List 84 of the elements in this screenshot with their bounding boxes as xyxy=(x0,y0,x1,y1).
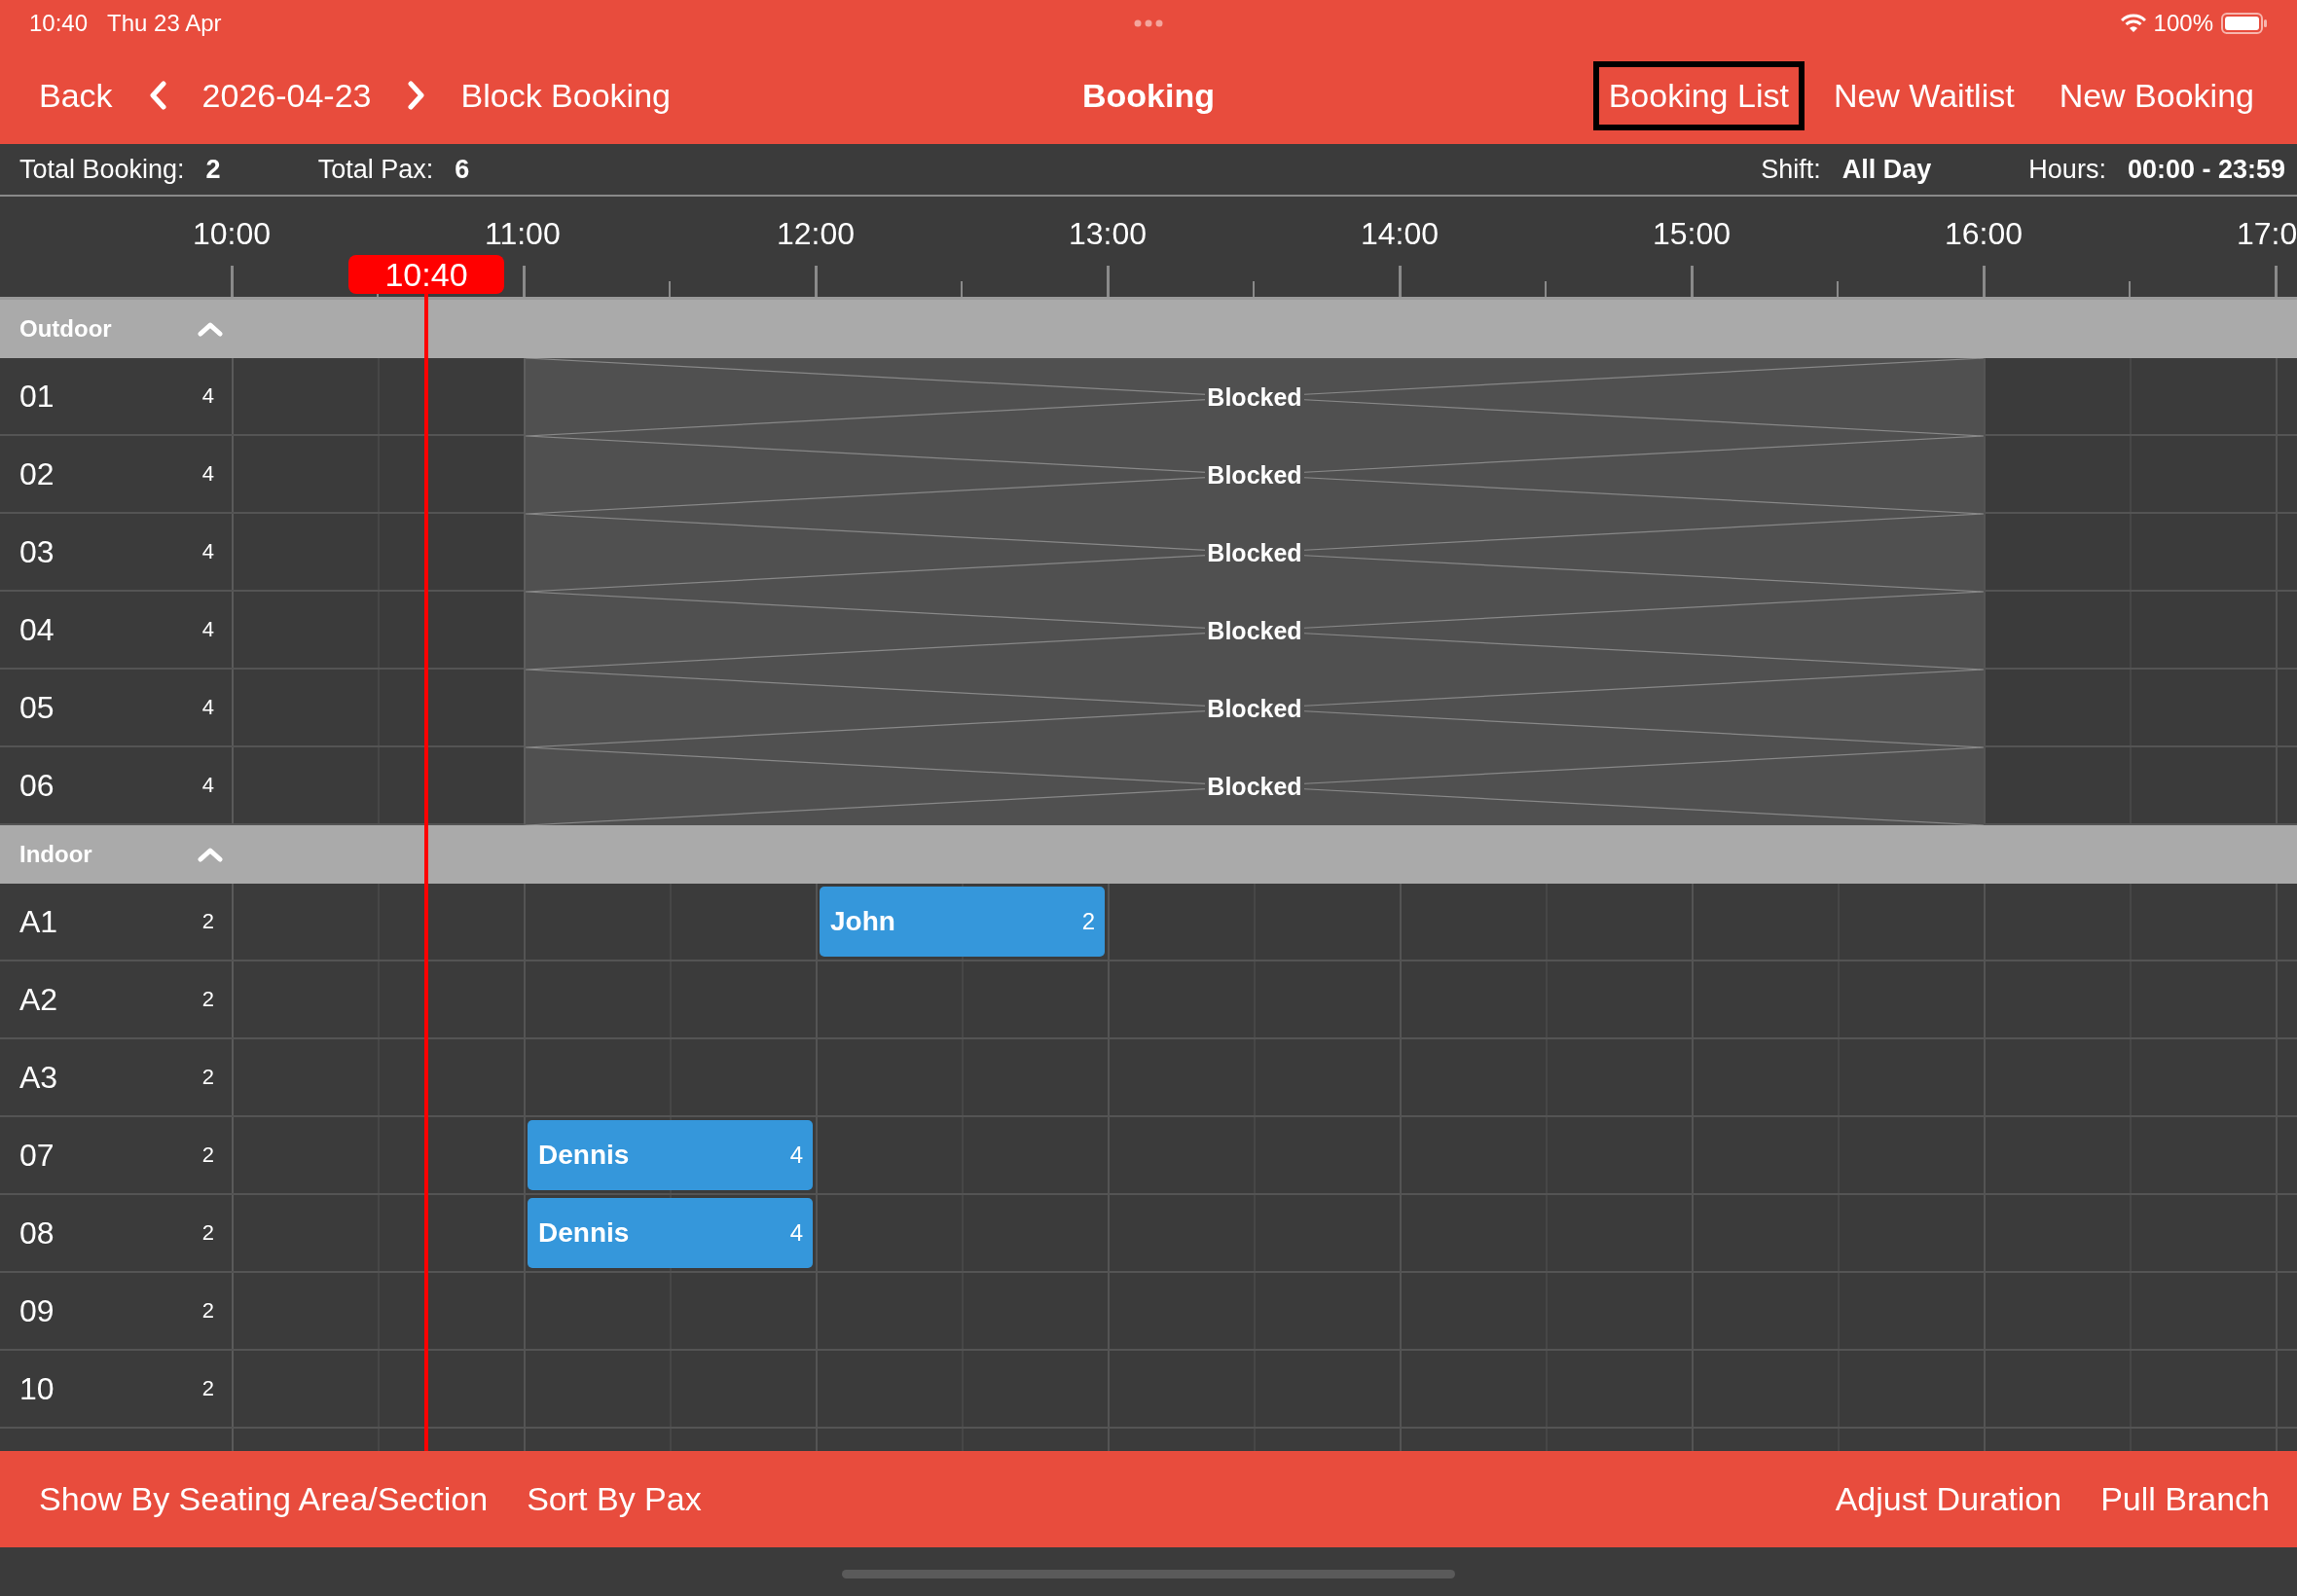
guest-name: Dennis xyxy=(538,1140,630,1171)
block-booking-button[interactable]: Block Booking xyxy=(460,76,671,115)
hour-label: 17:0 xyxy=(2237,216,2297,252)
nav-action-button[interactable]: New Booking xyxy=(2043,60,2270,130)
table-name: 09 xyxy=(19,1292,55,1329)
nav-action-button[interactable]: Booking List xyxy=(1592,60,1805,130)
blocked-slot[interactable]: Blocked xyxy=(524,747,1984,825)
table-capacity: 2 xyxy=(201,987,214,1012)
nav-action-button[interactable]: New Waitlist xyxy=(1817,60,2030,130)
table-capacity: 2 xyxy=(201,1298,214,1324)
table-capacity: 2 xyxy=(201,1065,214,1090)
back-button[interactable]: Back xyxy=(39,76,113,115)
chevron-icon[interactable] xyxy=(198,321,223,337)
blocked-slot[interactable]: Blocked xyxy=(524,436,1984,514)
table-capacity: 4 xyxy=(201,695,214,720)
hour-label: 15:00 xyxy=(1653,216,1732,252)
table-name: 04 xyxy=(19,611,55,648)
table-capacity: 4 xyxy=(201,539,214,564)
home-indicator[interactable] xyxy=(842,1570,1455,1578)
table-name: 08 xyxy=(19,1215,55,1251)
table-name: 05 xyxy=(19,689,55,726)
blocked-slot[interactable]: Blocked xyxy=(524,358,1984,436)
footer-button[interactable]: Show By Seating Area/Section xyxy=(39,1480,489,1518)
table-capacity: 4 xyxy=(201,461,214,487)
booking-block[interactable]: Dennis 4 xyxy=(528,1198,813,1268)
summary-label: Hours: xyxy=(2028,154,2106,185)
table-name: 01 xyxy=(19,378,55,415)
table-capacity: 2 xyxy=(201,1376,214,1401)
hour-label: 16:00 xyxy=(1945,216,2024,252)
wifi-icon xyxy=(2120,14,2146,33)
table-capacity: 4 xyxy=(201,617,214,642)
guest-name: Dennis xyxy=(538,1217,630,1249)
table-name: 06 xyxy=(19,767,55,804)
table-name: 10 xyxy=(19,1370,55,1407)
table-capacity: 4 xyxy=(201,383,214,409)
summary-label: Total Booking: xyxy=(19,154,185,185)
hour-label: 13:00 xyxy=(1069,216,1148,252)
date-label[interactable]: 2026-04-23 xyxy=(201,76,372,115)
hour-label: 12:00 xyxy=(777,216,856,252)
summary-value: 00:00 - 23:59 xyxy=(2127,154,2285,185)
summary-label: Total Pax: xyxy=(317,154,434,185)
battery-percent: 100% xyxy=(2153,10,2213,37)
blocked-slot[interactable]: Blocked xyxy=(524,592,1984,670)
hour-label: 14:00 xyxy=(1361,216,1440,252)
party-size: 4 xyxy=(789,1142,803,1169)
table-name: 07 xyxy=(19,1137,55,1174)
current-time-badge: 10:40 xyxy=(348,255,504,294)
hour-label: 10:00 xyxy=(193,216,272,252)
status-time: 10:40 xyxy=(29,10,89,37)
status-date: Thu 23 Apr xyxy=(107,10,222,37)
footer-button[interactable]: Adjust Duration xyxy=(1835,1480,2062,1518)
chevron-icon[interactable] xyxy=(198,847,223,862)
summary-value: 2 xyxy=(205,154,221,185)
hour-label: 11:00 xyxy=(485,216,561,252)
table-capacity: 2 xyxy=(201,1220,214,1246)
table-name: A2 xyxy=(19,981,58,1018)
blocked-slot[interactable]: Blocked xyxy=(524,514,1984,592)
table-name: 02 xyxy=(19,455,55,492)
table-name: A3 xyxy=(19,1059,58,1096)
chevron-left-icon[interactable] xyxy=(147,81,167,110)
table-name: A1 xyxy=(19,903,58,940)
section-header[interactable]: Outdoor xyxy=(0,300,2297,358)
table-capacity: 2 xyxy=(201,1143,214,1168)
battery-icon xyxy=(2221,13,2268,34)
table-capacity: 4 xyxy=(201,773,214,798)
chevron-right-icon[interactable] xyxy=(406,81,426,110)
blocked-slot[interactable]: Blocked xyxy=(524,670,1984,747)
summary-value: 6 xyxy=(455,154,470,185)
page-title: Booking xyxy=(1082,76,1215,115)
more-dots-icon xyxy=(1134,19,1163,27)
summary-label: Shift: xyxy=(1761,154,1821,185)
guest-name: John xyxy=(830,906,895,937)
footer-button[interactable]: Sort By Pax xyxy=(527,1480,702,1518)
party-size: 2 xyxy=(1081,908,1095,935)
table-name: 03 xyxy=(19,533,55,570)
party-size: 4 xyxy=(789,1219,803,1247)
section-name: Indoor xyxy=(19,841,93,868)
summary-value: All Day xyxy=(1841,154,1932,185)
section-header[interactable]: Indoor xyxy=(0,825,2297,884)
booking-block[interactable]: Dennis 4 xyxy=(528,1120,813,1190)
booking-block[interactable]: John 2 xyxy=(820,887,1105,957)
footer-button[interactable]: Pull Branch xyxy=(2100,1480,2270,1518)
table-capacity: 2 xyxy=(201,909,214,934)
section-name: Outdoor xyxy=(19,315,113,343)
